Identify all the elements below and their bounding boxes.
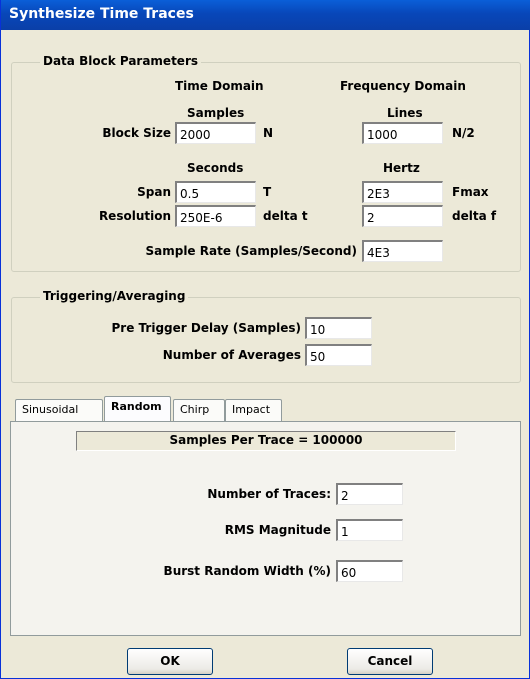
burst-width-field[interactable] xyxy=(336,560,403,582)
samples-heading: Samples xyxy=(187,106,245,120)
resolution-label: Resolution xyxy=(98,209,171,223)
title-bar[interactable]: Synthesize Time Traces xyxy=(1,0,530,30)
lines-unit: N/2 xyxy=(452,126,475,140)
tab-chirp[interactable]: Chirp xyxy=(173,399,225,421)
block-size-field[interactable] xyxy=(175,122,256,144)
cancel-button[interactable]: Cancel xyxy=(347,648,433,675)
pre-trigger-label: Pre Trigger Delay (Samples) xyxy=(111,321,301,335)
burst-width-label: Burst Random Width (%) xyxy=(163,564,331,578)
data-block-legend: Data Block Parameters xyxy=(40,54,202,68)
lines-field[interactable] xyxy=(362,122,443,144)
samples-per-trace-display: Samples Per Trace = 100000 xyxy=(76,431,456,451)
pre-trigger-field[interactable] xyxy=(305,317,372,339)
tab-random[interactable]: Random xyxy=(104,396,171,421)
time-domain-heading: Time Domain xyxy=(175,79,264,93)
sample-rate-field[interactable] xyxy=(362,240,443,262)
window-title: Synthesize Time Traces xyxy=(9,6,194,22)
tab-sinusoidal[interactable]: Sinusoidal xyxy=(15,399,103,421)
seconds-heading: Seconds xyxy=(187,161,244,175)
averages-field[interactable] xyxy=(305,344,372,366)
lines-heading: Lines xyxy=(387,106,423,120)
frequency-domain-heading: Frequency Domain xyxy=(340,79,466,93)
rms-field[interactable] xyxy=(336,519,403,541)
fmax-unit: Fmax xyxy=(452,185,489,199)
tab-impact[interactable]: Impact xyxy=(225,399,282,421)
span-unit: T xyxy=(263,185,272,199)
span-field[interactable] xyxy=(175,181,256,203)
triggering-legend: Triggering/Averaging xyxy=(40,289,189,303)
fmax-field[interactable] xyxy=(362,181,443,203)
delta-f-unit: delta f xyxy=(452,209,497,223)
resolution-field[interactable] xyxy=(175,205,256,227)
hertz-heading: Hertz xyxy=(383,161,420,175)
dialog-window: Synthesize Time Traces Data Block Parame… xyxy=(0,0,530,679)
data-block-group xyxy=(11,62,521,272)
resolution-unit: delta t xyxy=(263,209,308,223)
block-size-unit: N xyxy=(263,126,274,140)
rms-label: RMS Magnitude xyxy=(224,523,331,537)
block-size-label: Block Size xyxy=(102,126,171,140)
triggering-group xyxy=(11,297,521,383)
ok-button[interactable]: OK xyxy=(127,648,213,675)
delta-f-field[interactable] xyxy=(362,205,443,227)
averages-label: Number of Averages xyxy=(162,348,301,362)
sample-rate-label: Sample Rate (Samples/Second) xyxy=(145,244,357,258)
span-label: Span xyxy=(137,185,171,199)
traces-label: Number of Traces: xyxy=(207,487,331,501)
traces-field[interactable] xyxy=(336,483,403,505)
